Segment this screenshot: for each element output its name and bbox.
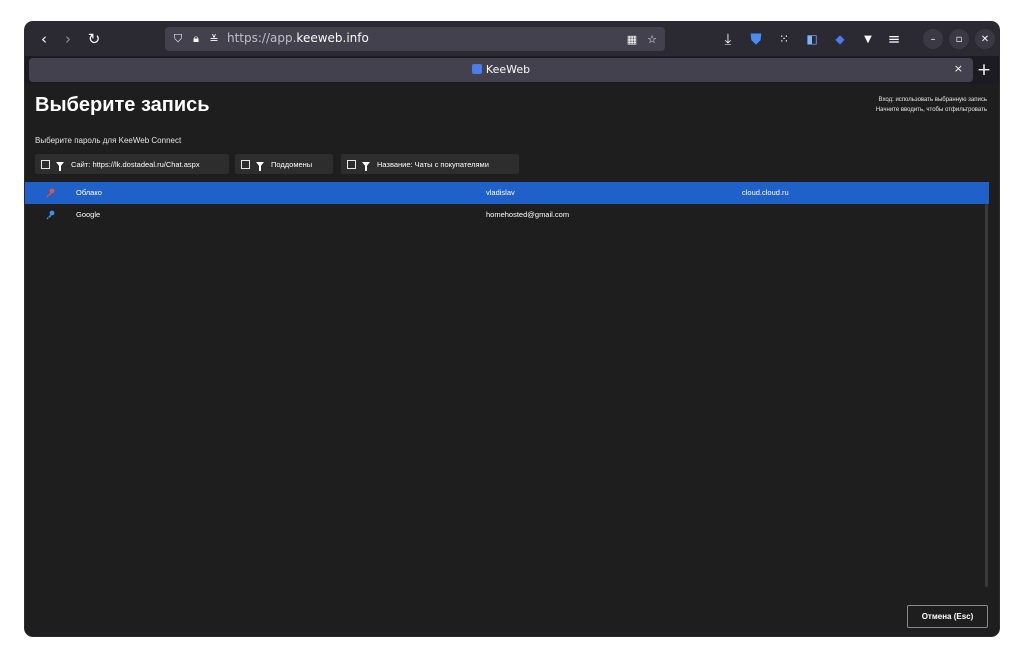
scrollbar[interactable] [985,204,988,587]
filter-site[interactable]: Сайт: https://lk.dostadeal.ru/Chat.aspx [35,154,229,174]
forward-icon[interactable]: › [55,22,81,56]
hint-line-filter: Начните вводить, чтобы отфильтровать [875,107,987,113]
filter-icon [256,161,264,171]
key-icon [46,210,55,220]
reload-icon[interactable]: ↻ [81,22,107,56]
url-text[interactable]: https://app.keeweb.info [227,31,369,45]
filter-label: Название: Чаты с покупателями [377,159,489,169]
checkbox[interactable] [41,159,50,169]
keeweb-select-entry-view: Выберите запись Вход: использовать выбра… [25,84,999,636]
menu-icon[interactable]: ≡ [881,22,907,56]
translate-extension-icon[interactable]: ◧ [799,22,825,56]
extensions-dropdown-icon[interactable]: ▼ [855,22,881,56]
filter-icon [56,161,64,171]
checkbox[interactable] [241,159,250,169]
tab-title: KeeWeb [29,63,973,76]
minimize-icon[interactable]: – [923,29,943,49]
keeweb-favicon-icon [471,64,482,74]
entry-title: Google [76,210,101,219]
entry-row[interactable]: Google homehosted@gmail.com [25,204,989,226]
extension-grid-icon[interactable]: ⁙ [771,22,797,56]
entry-url: cloud.cloud.ru [742,188,789,197]
tab-close-icon[interactable]: × [954,62,963,75]
filter-title[interactable]: Название: Чаты с покупателями [341,154,519,174]
keeweb-connect-icon[interactable]: ◆ [827,22,853,56]
tab-keeweb[interactable]: KeeWeb × [29,58,973,82]
tab-strip: KeeWeb × + [25,56,999,84]
checkbox[interactable] [347,159,356,169]
back-icon[interactable]: ‹ [31,22,57,56]
permissions-icon[interactable]: ≚ [205,27,223,51]
entry-username: homehosted@gmail.com [486,210,570,219]
filter-subdomains[interactable]: Поддомены [235,154,333,174]
filter-icon [362,161,370,171]
entry-row[interactable]: Облако vladislav cloud.cloud.ru [25,182,989,204]
download-icon[interactable]: ⤓ [715,22,741,56]
shield-icon[interactable]: ⛉ [169,27,187,51]
lock-icon[interactable]: 🔒︎ [187,27,205,51]
browser-toolbar: ‹ › ↻ ⛉ 🔒︎ ≚ https://app.keeweb.info ▦ ☆… [25,22,999,56]
page-title: Выберите запись [35,94,210,116]
maximize-icon[interactable]: ▫ [949,29,969,49]
browser-window: ‹ › ↻ ⛉ 🔒︎ ≚ https://app.keeweb.info ▦ ☆… [25,22,999,636]
new-tab-button[interactable]: + [973,58,995,82]
cancel-button[interactable]: Отмена (Esc) [907,605,988,628]
filter-label: Сайт: https://lk.dostadeal.ru/Chat.aspx [71,159,200,169]
close-window-icon[interactable]: ✕ [975,29,995,49]
filter-label: Поддомены [271,159,313,169]
bitwarden-extension-icon[interactable]: ⛊ [743,22,769,56]
key-icon [46,188,55,198]
entry-list: Облако vladislav cloud.cloud.ru Google h… [25,182,989,612]
entry-username: vladislav [486,188,515,197]
entry-title: Облако [76,188,102,197]
address-bar[interactable]: ⛉ 🔒︎ ≚ https://app.keeweb.info ▦ ☆ [165,27,665,51]
page-subtitle: Выберите пароль для KeeWeb Connect [35,136,182,145]
keyboard-hint: Вход: использовать выбранную запись Начн… [876,95,987,115]
bookmark-star-icon[interactable]: ☆ [643,27,661,51]
hint-line-enter: Вход: использовать выбранную запись [878,97,987,103]
qr-code-icon[interactable]: ▦ [623,27,641,51]
